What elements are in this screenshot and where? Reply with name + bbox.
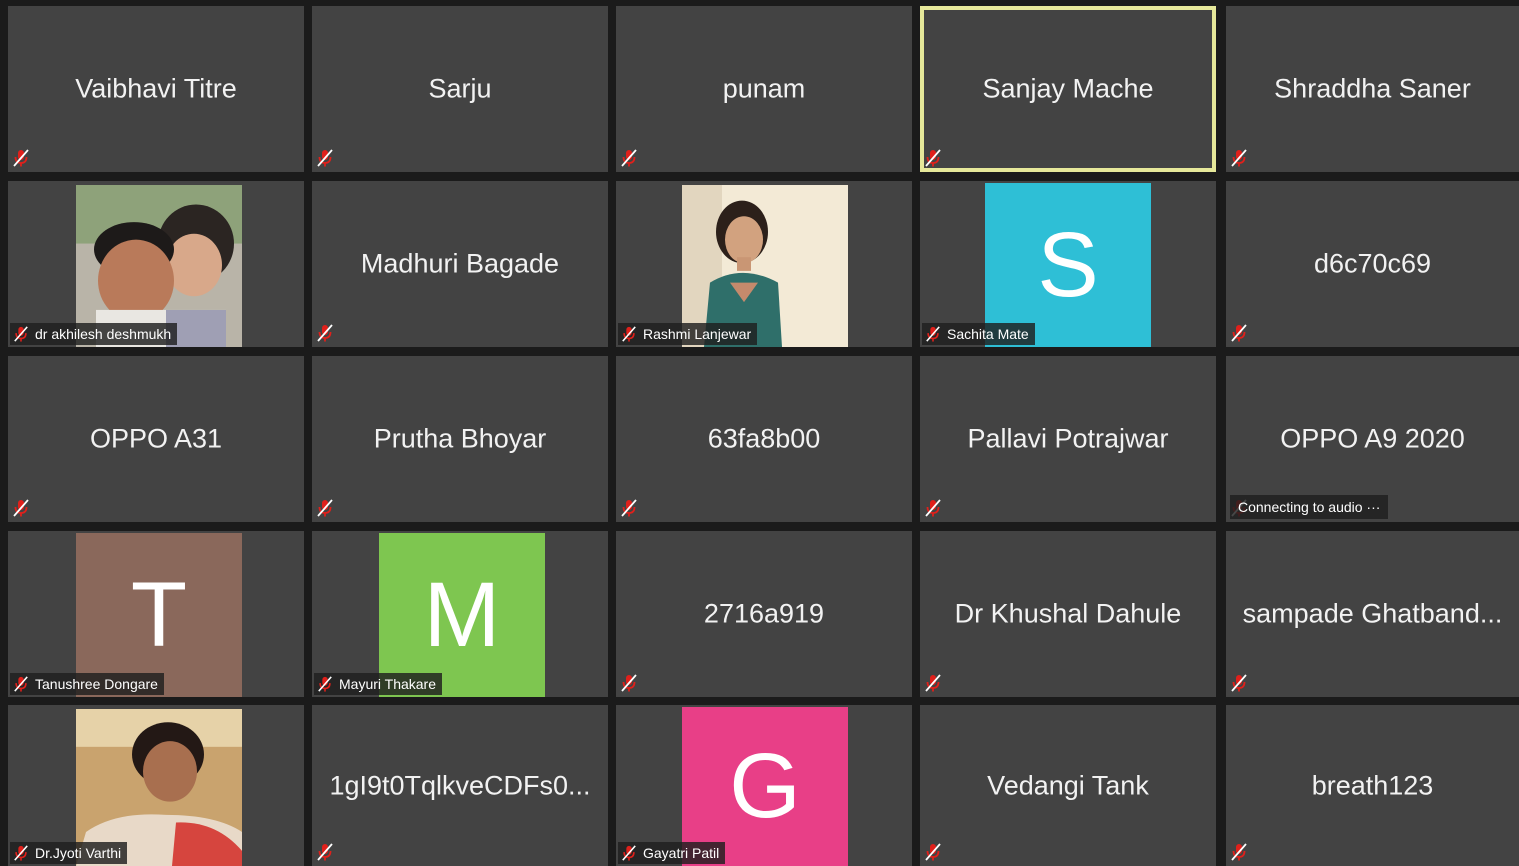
muted-mic-icon bbox=[317, 149, 333, 167]
participant-tile[interactable]: S Sachita Mate bbox=[920, 181, 1216, 347]
participant-name-label: Rashmi Lanjewar bbox=[618, 323, 758, 345]
participant-name: Mayuri Thakare bbox=[339, 676, 437, 692]
muted-mic-icon bbox=[926, 326, 940, 342]
muted-mic-icon bbox=[318, 676, 332, 692]
muted-mic-icon bbox=[317, 843, 333, 861]
participant-name: Dr Khushal Dahule bbox=[954, 598, 1182, 629]
participant-name-label: Tanushree Dongare bbox=[10, 673, 164, 695]
participant-tile[interactable]: breath123 bbox=[1226, 705, 1519, 866]
muted-mic-icon bbox=[622, 326, 636, 342]
participant-name: d6c70c69 bbox=[1313, 248, 1432, 279]
participant-tile[interactable]: sampade Ghatband... bbox=[1226, 531, 1519, 697]
muted-mic-icon bbox=[14, 326, 28, 342]
participant-name-label: Sachita Mate bbox=[922, 323, 1035, 345]
participant-tile[interactable]: OPPO A31 bbox=[8, 356, 304, 522]
muted-mic-icon bbox=[317, 499, 333, 517]
muted-mic-icon bbox=[925, 843, 941, 861]
participant-name-label: dr akhilesh deshmukh bbox=[10, 323, 178, 345]
muted-mic-icon bbox=[317, 324, 333, 342]
muted-mic-icon bbox=[13, 149, 29, 167]
participant-tile[interactable]: OPPO A9 2020 Connecting to audio ··· bbox=[1226, 356, 1519, 522]
participant-name: OPPO A31 bbox=[89, 423, 223, 454]
participant-name: 2716a919 bbox=[703, 598, 825, 629]
participant-tile[interactable]: Shraddha Saner bbox=[1226, 6, 1519, 172]
participant-tile[interactable]: G Gayatri Patil bbox=[616, 705, 912, 866]
participant-tile[interactable]: Vedangi Tank bbox=[920, 705, 1216, 866]
participant-name-label: Dr.Jyoti Varthi bbox=[10, 842, 128, 864]
participant-name: breath123 bbox=[1311, 770, 1434, 800]
participant-tile[interactable]: Dr.Jyoti Varthi bbox=[8, 705, 304, 866]
muted-mic-icon bbox=[925, 149, 941, 167]
participant-tile[interactable]: Sanjay Mache bbox=[920, 6, 1216, 172]
muted-mic-icon bbox=[621, 499, 637, 517]
participant-tile[interactable]: Pallavi Potrajwar bbox=[920, 356, 1216, 522]
participant-tile[interactable]: Vaibhavi Titre bbox=[8, 6, 304, 172]
muted-mic-icon bbox=[14, 676, 28, 692]
participant-name: 1gI9t0TqlkveCDFs0... bbox=[329, 770, 591, 800]
participant-name: Vaibhavi Titre bbox=[75, 73, 237, 104]
participant-name: Sachita Mate bbox=[947, 326, 1029, 342]
muted-mic-icon bbox=[14, 845, 28, 861]
participant-name: Shraddha Saner bbox=[1274, 73, 1471, 104]
participant-tile[interactable]: punam bbox=[616, 6, 912, 172]
participant-tile[interactable]: Sarju bbox=[312, 6, 608, 172]
muted-mic-icon bbox=[13, 499, 29, 517]
participant-tile[interactable]: Madhuri Bagade bbox=[312, 181, 608, 347]
participant-name: Madhuri Bagade bbox=[360, 248, 560, 279]
participant-tile[interactable]: 2716a919 bbox=[616, 531, 912, 697]
muted-mic-icon bbox=[1231, 149, 1247, 167]
muted-mic-icon bbox=[1231, 324, 1247, 342]
muted-mic-icon bbox=[925, 674, 941, 692]
muted-mic-icon bbox=[621, 674, 637, 692]
participant-name: 63fa8b00 bbox=[707, 423, 821, 454]
participant-tile[interactable]: Prutha Bhoyar bbox=[312, 356, 608, 522]
participant-name: Tanushree Dongare bbox=[35, 676, 158, 692]
participant-name: Pallavi Potrajwar bbox=[967, 423, 1169, 454]
participant-name: OPPO A9 2020 bbox=[1280, 423, 1465, 454]
muted-mic-icon bbox=[925, 499, 941, 517]
participant-name: Gayatri Patil bbox=[643, 845, 720, 861]
participant-tile[interactable]: T Tanushree Dongare bbox=[8, 531, 304, 697]
participant-gallery: Vaibhavi Titre Sarju punam Sanjay Mache Shra… bbox=[0, 0, 1519, 866]
participant-name: Dr.Jyoti Varthi bbox=[35, 845, 122, 861]
participant-tile[interactable]: d6c70c69 bbox=[1226, 181, 1519, 347]
participant-name: Sanjay Mache bbox=[982, 73, 1154, 104]
participant-tile[interactable]: 63fa8b00 bbox=[616, 356, 912, 522]
participant-tile[interactable]: 1gI9t0TqlkveCDFs0... bbox=[312, 705, 608, 866]
participant-tile[interactable]: Rashmi Lanjewar bbox=[616, 181, 912, 347]
participant-name: dr akhilesh deshmukh bbox=[35, 326, 172, 342]
participant-name-label: Mayuri Thakare bbox=[314, 673, 443, 695]
participant-name: Prutha Bhoyar bbox=[373, 423, 547, 454]
participant-tile[interactable]: M Mayuri Thakare bbox=[312, 531, 608, 697]
muted-mic-icon bbox=[1231, 674, 1247, 692]
participant-tile[interactable]: Dr Khushal Dahule bbox=[920, 531, 1216, 697]
participant-name: Vedangi Tank bbox=[987, 770, 1149, 800]
participant-name-label: Gayatri Patil bbox=[618, 842, 726, 864]
participant-name: Sarju bbox=[428, 73, 492, 104]
participant-name: sampade Ghatband... bbox=[1242, 598, 1503, 629]
participant-name: Rashmi Lanjewar bbox=[643, 326, 752, 342]
muted-mic-icon bbox=[622, 845, 636, 861]
participant-tile[interactable]: dr akhilesh deshmukh bbox=[8, 181, 304, 347]
muted-mic-icon bbox=[1231, 843, 1247, 861]
muted-mic-icon bbox=[621, 149, 637, 167]
audio-status-label: Connecting to audio ··· bbox=[1230, 495, 1389, 519]
participant-name: punam bbox=[722, 73, 806, 104]
